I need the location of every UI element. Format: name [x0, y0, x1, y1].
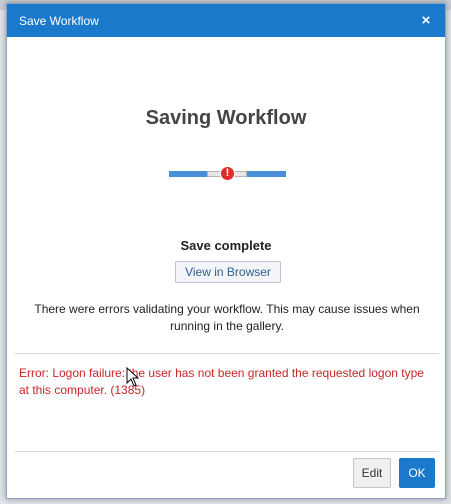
- divider-top: [15, 353, 439, 354]
- view-in-browser-button[interactable]: View in Browser: [175, 261, 281, 283]
- mouse-pointer-icon: [126, 367, 140, 387]
- save-status: Save complete: [180, 238, 272, 253]
- save-workflow-dialog: Save Workflow × Saving Workflow ! Save c…: [6, 3, 446, 499]
- progress-segment-right: [247, 171, 286, 177]
- dialog-body: Saving Workflow ! Save complete View in …: [7, 37, 445, 467]
- saving-heading: Saving Workflow: [145, 107, 307, 129]
- dialog-titlebar: Save Workflow ×: [7, 4, 445, 37]
- progress-segment-left: [169, 171, 207, 177]
- error-icon: !: [220, 166, 235, 181]
- ok-button[interactable]: OK: [399, 458, 435, 488]
- divider-bottom: [15, 451, 439, 452]
- edit-button[interactable]: Edit: [353, 458, 391, 488]
- error-message: Error: Logon failure: the user has not b…: [19, 366, 424, 397]
- save-progress-bar: !: [169, 166, 286, 181]
- close-icon[interactable]: ×: [417, 12, 435, 30]
- dialog-footer: Edit OK: [353, 458, 435, 488]
- dialog-title: Save Workflow: [19, 13, 99, 28]
- validation-warning: There were errors validating your workfl…: [34, 302, 420, 333]
